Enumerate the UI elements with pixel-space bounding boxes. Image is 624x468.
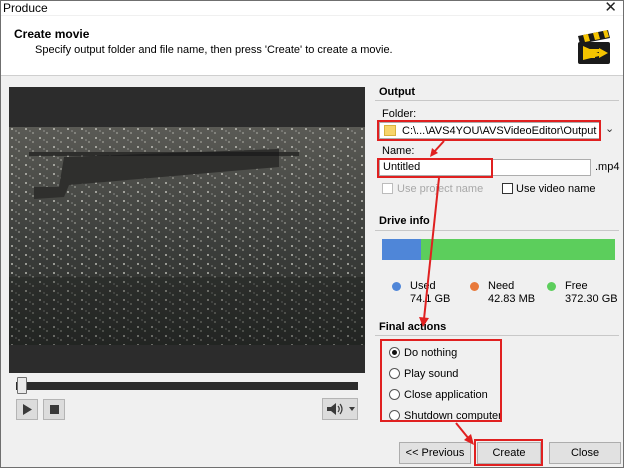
play-icon bbox=[23, 404, 32, 415]
name-label: Name: bbox=[382, 145, 415, 157]
folder-label: Folder: bbox=[382, 108, 417, 120]
video-preview bbox=[9, 87, 365, 373]
folder-field[interactable]: C:\...\AVS4YOU\AVSVideoEditor\Output bbox=[379, 122, 601, 139]
free-dot-icon bbox=[547, 282, 556, 291]
title-bar: Produce ✕ bbox=[1, 0, 623, 15]
drive-usage-bar bbox=[382, 239, 615, 260]
previous-button[interactable]: << Previous bbox=[399, 442, 471, 464]
final-actions-group-label: Final actions bbox=[379, 321, 447, 333]
radio-do-nothing[interactable] bbox=[389, 347, 400, 358]
create-button[interactable]: Create bbox=[477, 442, 541, 464]
folder-icon bbox=[384, 125, 396, 136]
window-title: Produce bbox=[3, 1, 48, 15]
radio-close-application[interactable] bbox=[389, 389, 400, 400]
final-actions-divider bbox=[375, 335, 619, 336]
radio-shutdown-computer[interactable] bbox=[389, 410, 400, 421]
output-group-label: Output bbox=[379, 86, 416, 98]
drive-info-group-label: Drive info bbox=[379, 215, 430, 227]
drive-used-fill bbox=[382, 239, 421, 260]
used-dot-icon bbox=[392, 282, 401, 291]
need-label: Need bbox=[488, 280, 515, 292]
page-subtitle: Specify output folder and file name, the… bbox=[35, 44, 393, 56]
file-name-input[interactable]: Untitled bbox=[379, 159, 591, 176]
water-scene-image bbox=[9, 127, 365, 345]
free-value: 372.30 GB bbox=[565, 293, 618, 305]
volume-button[interactable] bbox=[322, 398, 358, 420]
seek-bar[interactable] bbox=[16, 382, 358, 390]
folder-path: C:\...\AVS4YOU\AVSVideoEditor\Output bbox=[402, 125, 597, 137]
option-play-sound-label: Play sound bbox=[404, 368, 459, 380]
drive-info-divider bbox=[375, 230, 619, 231]
file-extension: .mp4 bbox=[595, 161, 620, 173]
output-divider bbox=[375, 100, 619, 101]
seek-handle[interactable] bbox=[17, 377, 27, 394]
option-shutdown-computer-label: Shutdown computer bbox=[404, 410, 502, 422]
video-frame bbox=[9, 127, 365, 345]
stop-icon bbox=[50, 405, 59, 414]
produce-window: Produce ✕ Create movie Specify output fo… bbox=[0, 0, 624, 468]
wizard-header: Create movie Specify output folder and f… bbox=[1, 16, 623, 76]
used-label: Used bbox=[410, 280, 436, 292]
use-video-name-checkbox[interactable] bbox=[502, 183, 513, 194]
folder-dropdown-chevron-icon[interactable]: ⌄ bbox=[605, 122, 614, 135]
use-video-name-label: Use video name bbox=[516, 183, 596, 195]
stop-button[interactable] bbox=[43, 399, 65, 420]
used-value: 74.1 GB bbox=[410, 293, 451, 305]
option-close-application-label: Close application bbox=[404, 389, 488, 401]
volume-icon bbox=[327, 403, 355, 415]
play-button[interactable] bbox=[16, 399, 38, 420]
option-do-nothing-label: Do nothing bbox=[404, 347, 458, 359]
clapperboard-logo-icon bbox=[578, 30, 610, 64]
close-button[interactable]: Close bbox=[549, 442, 621, 464]
close-window-icon[interactable]: ✕ bbox=[604, 0, 617, 15]
need-dot-icon bbox=[470, 282, 479, 291]
use-project-name-label: Use project name bbox=[397, 183, 484, 195]
radio-play-sound[interactable] bbox=[389, 368, 400, 379]
page-title: Create movie bbox=[14, 27, 90, 41]
free-label: Free bbox=[565, 280, 588, 292]
arrow-head-icon bbox=[430, 148, 438, 157]
need-value: 42.83 MB bbox=[488, 293, 536, 305]
use-project-name-checkbox[interactable] bbox=[382, 183, 393, 194]
